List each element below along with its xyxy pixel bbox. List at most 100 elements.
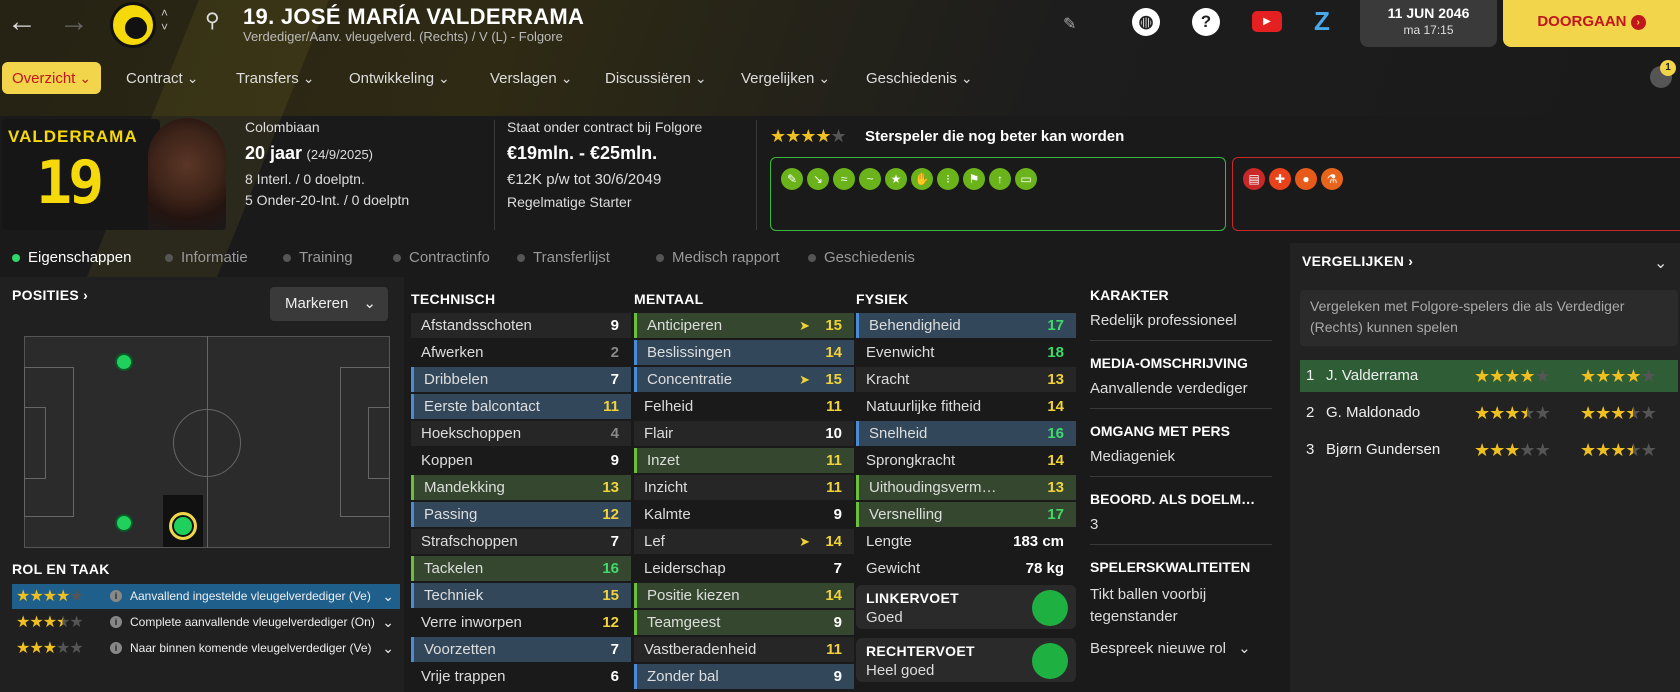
position-dot[interactable] <box>115 514 133 532</box>
menu-tab-geschiedenis[interactable]: Geschiedenis <box>866 62 973 94</box>
discuss-role-button[interactable]: Bespreek nieuwe rol ⌄ <box>1090 639 1251 657</box>
subtab-2[interactable]: Informatie <box>165 249 248 266</box>
role-row[interactable]: ★★★★★ i Naar binnen komende vleugelverdedi… <box>12 636 400 661</box>
date-display[interactable]: 11 JUN 2046 ma 17:15 <box>1360 0 1497 47</box>
role-row[interactable]: ★★★★★ i Complete aanvallende vleugelverded… <box>12 610 400 635</box>
role-row[interactable]: ★★★★★ i Aanvallend ingestelde vleugelverde… <box>12 584 400 609</box>
contract-icon[interactable]: ▤ <box>1243 168 1265 190</box>
footprint-icon[interactable]: ⁝ <box>937 168 959 190</box>
attribute-row[interactable]: Mandekking 13 <box>411 475 631 500</box>
compare-row[interactable]: 3 Bjørn Gundersen ★★★★★ ★★★★★ <box>1300 434 1678 466</box>
info-icon[interactable]: i <box>110 590 122 602</box>
attribute-row[interactable]: Afwerken 2 <box>411 340 631 365</box>
positions-title[interactable]: POSITIES › <box>12 287 88 303</box>
attribute-row[interactable]: Kracht 13 <box>856 367 1076 392</box>
compare-row[interactable]: 1 J. Valderrama ★★★★★ ★★★★★ <box>1300 360 1678 392</box>
menu-tab-discussiëren[interactable]: Discussiëren <box>605 62 707 94</box>
attribute-row[interactable]: Leiderschap 7 <box>634 556 854 581</box>
attribute-row[interactable]: Tackelen 16 <box>411 556 631 581</box>
info-icon[interactable]: i <box>110 616 122 628</box>
attribute-row[interactable]: Koppen 9 <box>411 448 631 473</box>
subtab-6[interactable]: Medisch rapport <box>656 249 780 266</box>
subtab-4[interactable]: Contractinfo <box>393 249 490 266</box>
attribute-row[interactable]: Anticiperen ➤ 15 <box>634 313 854 338</box>
medical-cross-icon[interactable]: ✚ <box>1269 168 1291 190</box>
attribute-row[interactable]: Techniek 15 <box>411 583 631 608</box>
flask-icon[interactable]: ⚗ <box>1321 168 1343 190</box>
tackle-icon[interactable]: ↘ <box>807 168 829 190</box>
potential-stars: ★★★★★ <box>770 126 847 146</box>
attribute-row[interactable]: Inzet 11 <box>634 448 854 473</box>
subtab-3[interactable]: Training <box>283 249 353 266</box>
attribute-row[interactable]: Kalmte 9 <box>634 502 854 527</box>
menu-tab-verslagen[interactable]: Verslagen <box>490 62 572 94</box>
flag-icon[interactable]: ⚑ <box>963 168 985 190</box>
attribute-row[interactable]: Eerste balcontact 11 <box>411 394 631 419</box>
club-badge-icon[interactable] <box>110 2 156 48</box>
youtube-icon[interactable]: ▶ <box>1252 11 1282 32</box>
attribute-row[interactable]: Uithoudingsverm… 13 <box>856 475 1076 500</box>
player-name-title: 19. JOSÉ MARÍA VALDERRAMA <box>243 4 585 29</box>
attribute-row[interactable]: Snelheid 16 <box>856 421 1076 446</box>
hand-icon[interactable]: ✋ <box>911 168 933 190</box>
attribute-row[interactable]: Evenwicht 18 <box>856 340 1076 365</box>
attribute-row[interactable]: Inzicht 11 <box>634 475 854 500</box>
attribute-row[interactable]: Felheid 11 <box>634 394 854 419</box>
attribute-row[interactable]: Strafschoppen 7 <box>411 529 631 554</box>
menu-tab-overzicht[interactable]: Overzicht <box>2 62 102 94</box>
chevron-down-icon[interactable]: ⌄ <box>382 610 394 635</box>
position-dot[interactable] <box>115 353 133 371</box>
subtab-5[interactable]: Transferlijst <box>517 249 610 266</box>
dribble-icon[interactable]: ~ <box>859 168 881 190</box>
help-icon[interactable]: ? <box>1192 8 1220 36</box>
people-icon[interactable]: ● <box>1295 168 1317 190</box>
zendesk-z-icon[interactable]: Z <box>1314 6 1330 37</box>
search-icon[interactable]: ⚲ <box>205 8 220 33</box>
menu-tab-vergelijken[interactable]: Vergelijken <box>741 62 830 94</box>
attribute-row[interactable]: Verre inworpen 12 <box>411 610 631 635</box>
collapse-chevron-icon[interactable]: ⌄ <box>1654 253 1667 273</box>
back-arrow-icon[interactable]: ← <box>2 2 42 42</box>
menu-tab-contract[interactable]: Contract <box>126 62 198 94</box>
compare-title[interactable]: VERGELIJKEN › <box>1302 253 1413 269</box>
attribute-row[interactable]: Beslissingen 14 <box>634 340 854 365</box>
attribute-row[interactable]: Concentratie ➤ 15 <box>634 367 854 392</box>
globe-icon[interactable]: ◍ <box>1132 8 1160 36</box>
attribute-row[interactable]: Flair 10 <box>634 421 854 446</box>
star-icon[interactable]: ★ <box>885 168 907 190</box>
chevron-down-icon[interactable]: ⌄ <box>382 584 394 609</box>
passing-icon[interactable]: ≈ <box>833 168 855 190</box>
continue-button[interactable]: DOORGAAN › <box>1503 0 1680 47</box>
attribute-row[interactable]: Sprongkracht 14 <box>856 448 1076 473</box>
menu-tab-ontwikkeling[interactable]: Ontwikkeling <box>349 62 450 94</box>
attribute-row[interactable]: Behendigheid 17 <box>856 313 1076 338</box>
attribute-row[interactable]: Vastberadenheid 11 <box>634 637 854 662</box>
attribute-row[interactable]: Lef ➤ 14 <box>634 529 854 554</box>
attribute-row[interactable]: Versnelling 17 <box>856 502 1076 527</box>
menu-tab-transfers[interactable]: Transfers <box>236 62 315 94</box>
attribute-row[interactable]: Afstandsschoten 9 <box>411 313 631 338</box>
edit-pencil-icon[interactable]: ✎ <box>1063 14 1076 34</box>
boot-icon[interactable]: ✎ <box>781 168 803 190</box>
boost-icon[interactable]: ↑ <box>989 168 1011 190</box>
attribute-row[interactable]: Hoekschoppen 4 <box>411 421 631 446</box>
subtab-1[interactable]: Eigenschappen <box>12 249 131 266</box>
attribute-row[interactable]: Natuurlijke fitheid 14 <box>856 394 1076 419</box>
stat-card-icon[interactable]: ▭ <box>1015 168 1037 190</box>
chevron-down-icon[interactable]: ⌄ <box>382 636 394 661</box>
attribute-row[interactable]: Zonder bal 9 <box>634 664 854 689</box>
player-switcher-chevrons-icon[interactable]: ˄ ˅ <box>161 6 168 34</box>
attribute-row[interactable]: Voorzetten 7 <box>411 637 631 662</box>
menu-tab-label: Transfers <box>236 70 299 87</box>
mark-dropdown[interactable]: Markeren ⌄ <box>270 287 388 321</box>
attribute-row[interactable]: Dribbelen 7 <box>411 367 631 392</box>
attribute-row[interactable]: Teamgeest 9 <box>634 610 854 635</box>
info-icon[interactable]: i <box>110 642 122 654</box>
attribute-row[interactable]: Vrije trappen 6 <box>411 664 631 689</box>
subtab-7[interactable]: Geschiedenis <box>808 249 915 266</box>
attribute-row[interactable]: Positie kiezen 14 <box>634 583 854 608</box>
attribute-row[interactable]: Passing 12 <box>411 502 631 527</box>
forward-arrow-icon[interactable]: → <box>54 2 94 42</box>
compare-row[interactable]: 2 G. Maldonado ★★★★★ ★★★★★ <box>1300 397 1678 429</box>
main-position-dot[interactable] <box>169 512 197 540</box>
